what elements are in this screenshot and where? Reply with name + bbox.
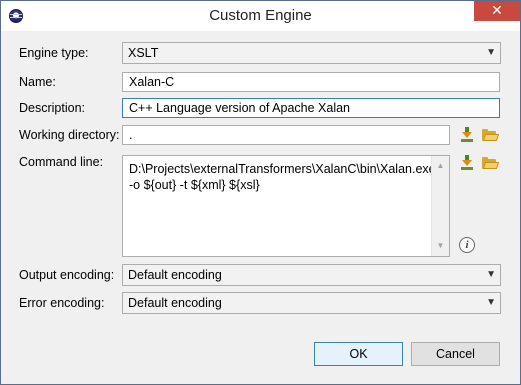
command-line-variables-button[interactable]	[458, 154, 476, 172]
working-directory-browse-button[interactable]	[481, 126, 500, 144]
custom-engine-dialog: Custom Engine ✕ Engine type: XSLT ▼ Name…	[0, 0, 521, 385]
output-encoding-select[interactable]: Default encoding ▼	[122, 264, 501, 286]
cancel-button[interactable]: Cancel	[411, 342, 500, 366]
working-directory-label: Working directory:	[19, 128, 120, 142]
error-encoding-value: Default encoding	[128, 296, 222, 310]
info-icon[interactable]: i	[459, 237, 475, 253]
close-button[interactable]: ✕	[474, 1, 520, 21]
description-label: Description:	[19, 101, 85, 115]
folder-open-icon	[482, 129, 500, 141]
chevron-down-icon: ▼	[486, 47, 496, 58]
working-directory-input[interactable]: .	[122, 125, 450, 145]
download-arrow-icon	[461, 127, 473, 142]
engine-type-label: Engine type:	[19, 46, 89, 60]
chevron-down-icon: ▼	[486, 269, 496, 280]
command-line-text-line: D:\Projects\externalTransformers\XalanC\…	[129, 162, 436, 176]
engine-type-value: XSLT	[128, 46, 159, 60]
download-arrow-icon	[461, 155, 473, 170]
command-line-text-line: -o ${out} -t ${xml} ${xsl}	[129, 178, 260, 192]
error-encoding-select[interactable]: Default encoding ▼	[122, 292, 501, 314]
title-bar: Custom Engine ✕	[1, 1, 520, 31]
scroll-down-icon[interactable]: ▼	[432, 238, 449, 254]
output-encoding-value: Default encoding	[128, 268, 222, 282]
ok-button[interactable]: OK	[314, 342, 403, 366]
description-input[interactable]: C++ Language version of Apache Xalan	[122, 98, 500, 118]
command-line-browse-button[interactable]	[481, 154, 500, 172]
chevron-down-icon: ▼	[486, 297, 496, 308]
engine-type-select[interactable]: XSLT ▼	[122, 42, 501, 64]
name-input[interactable]: Xalan-C	[122, 72, 500, 92]
command-line-label: Command line:	[19, 155, 104, 169]
dialog-title: Custom Engine	[209, 7, 312, 24]
folder-open-icon	[482, 157, 500, 169]
command-line-textarea[interactable]: D:\Projects\externalTransformers\XalanC\…	[122, 155, 450, 257]
working-directory-variables-button[interactable]	[458, 126, 476, 144]
name-label: Name:	[19, 75, 56, 89]
dialog-content: Engine type: XSLT ▼ Name: Xalan-C Descri…	[1, 31, 520, 384]
command-line-scrollbar[interactable]: ▲ ▼	[431, 156, 449, 256]
output-encoding-label: Output encoding:	[19, 268, 115, 282]
scroll-up-icon[interactable]: ▲	[432, 158, 449, 174]
error-encoding-label: Error encoding:	[19, 296, 105, 310]
